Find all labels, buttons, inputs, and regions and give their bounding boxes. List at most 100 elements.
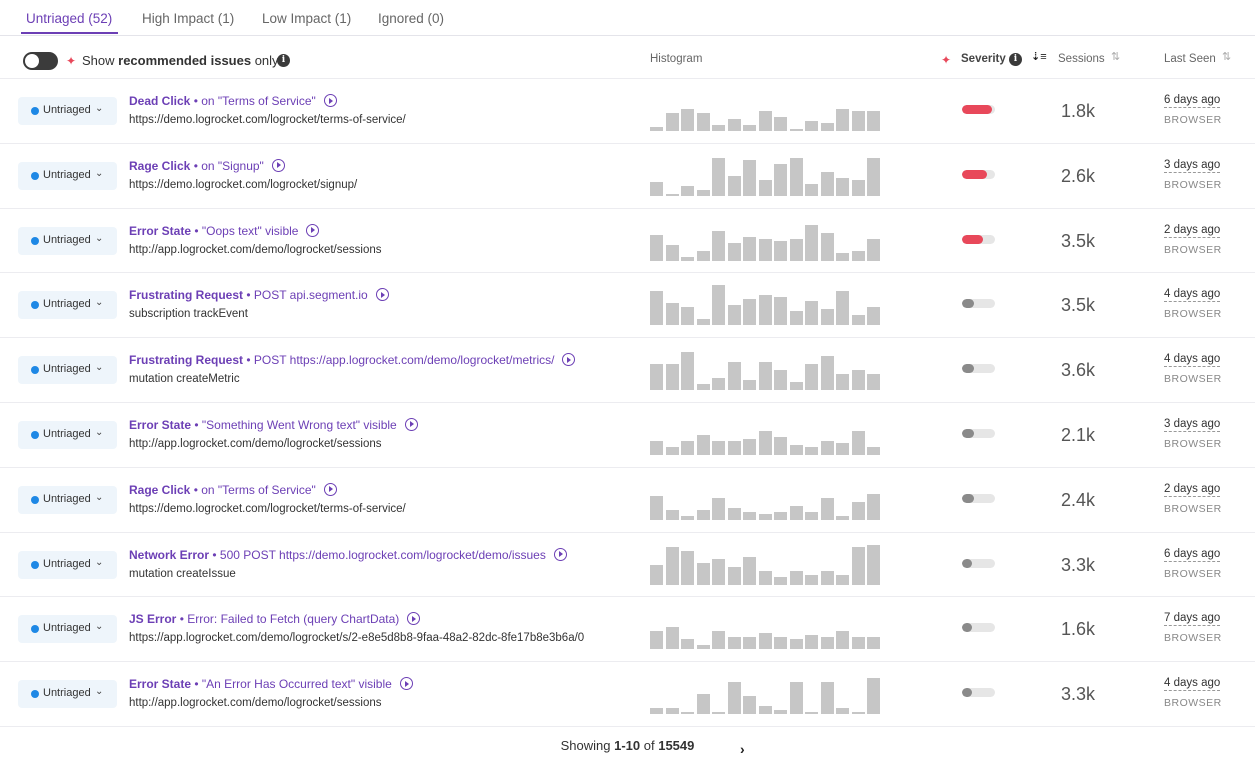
histogram-bar — [758, 295, 772, 326]
issue-row[interactable]: Untriaged ⌄ Frustrating Request • POST api… — [0, 273, 1255, 339]
issue-title-link[interactable]: Network Error • 500 POST https://demo.lo… — [129, 547, 567, 562]
issue-subtitle: https://demo.logrocket.com/logrocket/ter… — [129, 502, 406, 515]
histogram-bar — [665, 244, 679, 261]
platform-label: BROWSER — [1164, 308, 1222, 321]
histogram-bar — [712, 157, 725, 196]
issue-row[interactable]: Untriaged ⌄ Error State • "Something Went … — [0, 403, 1255, 468]
issue-type: Network Error — [129, 547, 210, 562]
issue-title-link[interactable]: Rage Click • on "Signup" — [129, 158, 285, 173]
histogram-bar — [867, 374, 880, 391]
issue-title-link[interactable]: Dead Click • on "Terms of Service" — [129, 94, 337, 108]
rec-suffix: only — [251, 53, 279, 68]
severity-info-icon[interactable]: i — [1009, 53, 1022, 66]
histogram-bar — [820, 637, 834, 650]
histogram-bar — [851, 179, 865, 196]
histogram-bar — [774, 240, 787, 261]
issue-row[interactable]: Untriaged ⌄ Error State • "An Error Has Oc… — [0, 662, 1255, 727]
histogram-bar — [836, 515, 849, 520]
issue-title-link[interactable]: Error State • "Oops text" visible — [129, 223, 320, 238]
issue-subtitle: subscription trackEvent — [129, 308, 248, 321]
info-icon[interactable]: i — [277, 54, 290, 67]
issue-row[interactable]: Untriaged ⌄ Dead Click • on "Terms of Serv… — [0, 79, 1255, 144]
histogram-bar — [681, 352, 694, 391]
sort-desc-icon[interactable]: ⇣≡ — [1031, 52, 1047, 63]
severity-fill — [962, 169, 987, 179]
issue-row[interactable]: Untriaged ⌄ Rage Click • on "Signup" https:… — [0, 144, 1255, 209]
status-dot — [31, 301, 39, 310]
issue-row[interactable]: Untriaged ⌄ Network Error • 500 POST https… — [0, 533, 1255, 598]
last-seen: 6 days ago — [1164, 547, 1221, 562]
play-icon[interactable] — [375, 288, 389, 302]
issue-title-link[interactable]: Error State • "An Error Has Occurred tex… — [129, 677, 413, 691]
issue-tabs: Untriaged (52) High Impact (1) Low Impac… — [0, 0, 1255, 36]
issue-row[interactable]: Untriaged ⌄ JS Error • Error: Failed to Fe… — [0, 597, 1255, 663]
histogram-bar — [712, 631, 725, 650]
status-dropdown[interactable]: Untriaged ⌄ — [18, 615, 117, 644]
status-dropdown[interactable]: Untriaged ⌄ — [18, 420, 117, 449]
status-dropdown[interactable]: Untriaged ⌄ — [18, 485, 117, 514]
histogram-bar — [758, 633, 772, 650]
histogram-bar — [836, 291, 849, 326]
platform-label: BROWSER — [1164, 178, 1222, 191]
next-page-icon[interactable]: › — [740, 741, 745, 757]
toggle-knob — [25, 54, 39, 68]
status-dropdown[interactable]: Untriaged ⌄ — [18, 97, 117, 125]
histogram-bar — [789, 311, 803, 326]
sparkle-icon: ✦ — [66, 54, 77, 68]
column-sessions[interactable]: Sessions — [1058, 53, 1105, 65]
status-dropdown[interactable]: Untriaged ⌄ — [18, 550, 117, 579]
histogram-bar — [696, 113, 710, 131]
play-icon[interactable] — [323, 94, 337, 107]
tab-ignored[interactable]: Ignored (0) — [378, 11, 444, 26]
tab-untriaged[interactable]: Untriaged (52) — [26, 11, 112, 26]
histogram-bar — [650, 234, 663, 261]
issue-title-link[interactable]: Error State • "Something Went Wrong text… — [129, 417, 418, 432]
histogram-bar — [727, 119, 741, 131]
issue-detail: • "Oops text" visible — [191, 223, 299, 238]
issue-title-link[interactable]: Frustrating Request • POST https://app.l… — [129, 353, 576, 367]
severity-fill — [962, 364, 974, 374]
sessions-sort-icon[interactable]: ⇅ — [1111, 52, 1120, 63]
issue-row[interactable]: Untriaged ⌄ Rage Click • on "Terms of Serv… — [0, 468, 1255, 533]
histogram-bar — [712, 285, 725, 326]
histogram-bar — [789, 505, 803, 520]
play-icon[interactable] — [306, 223, 320, 237]
histogram-bar — [743, 637, 756, 650]
histogram-bar — [758, 430, 772, 455]
histogram-bar — [712, 440, 725, 455]
histogram-bar — [696, 250, 710, 261]
play-icon[interactable] — [407, 612, 421, 626]
histogram-bar — [805, 712, 818, 715]
histogram-bar — [867, 238, 880, 261]
status-dropdown[interactable]: Untriaged ⌄ — [18, 680, 117, 709]
play-icon[interactable] — [562, 353, 576, 367]
histogram-bar — [743, 380, 756, 391]
last-seen: 4 days ago — [1164, 677, 1221, 692]
status-dropdown[interactable]: Untriaged ⌄ — [18, 226, 117, 255]
status-dropdown[interactable]: Untriaged ⌄ — [18, 161, 117, 190]
last-seen-sort-icon[interactable]: ⇅ — [1222, 52, 1231, 63]
play-icon[interactable] — [553, 547, 567, 561]
tab-low-impact[interactable]: Low Impact (1) — [262, 11, 351, 26]
histogram-bar — [805, 574, 818, 585]
issue-row[interactable]: Untriaged ⌄ Error State • "Oops text" visi… — [0, 209, 1255, 274]
issue-title-link[interactable]: Frustrating Request • POST api.segment.i… — [129, 288, 389, 302]
histogram-bar — [805, 224, 818, 261]
status-dropdown[interactable]: Untriaged ⌄ — [18, 356, 117, 385]
tab-high-impact[interactable]: High Impact (1) — [142, 11, 234, 26]
severity-bar — [962, 558, 995, 568]
play-icon[interactable] — [399, 677, 413, 691]
recommended-toggle[interactable] — [23, 52, 58, 70]
column-severity[interactable]: Severity — [961, 53, 1006, 65]
status-dot — [31, 560, 39, 569]
play-icon[interactable] — [404, 417, 418, 431]
histogram-bar — [867, 678, 880, 715]
column-last-seen[interactable]: Last Seen — [1164, 53, 1216, 65]
issue-title-link[interactable]: Rage Click • on "Terms of Service" — [129, 482, 337, 497]
status-dropdown[interactable]: Untriaged ⌄ — [18, 291, 117, 320]
issue-row[interactable]: Untriaged ⌄ Frustrating Request • POST htt… — [0, 338, 1255, 403]
histogram-bar — [820, 123, 834, 131]
issue-title-link[interactable]: JS Error • Error: Failed to Fetch (query… — [129, 612, 421, 626]
play-icon[interactable] — [323, 482, 337, 496]
play-icon[interactable] — [271, 158, 285, 172]
